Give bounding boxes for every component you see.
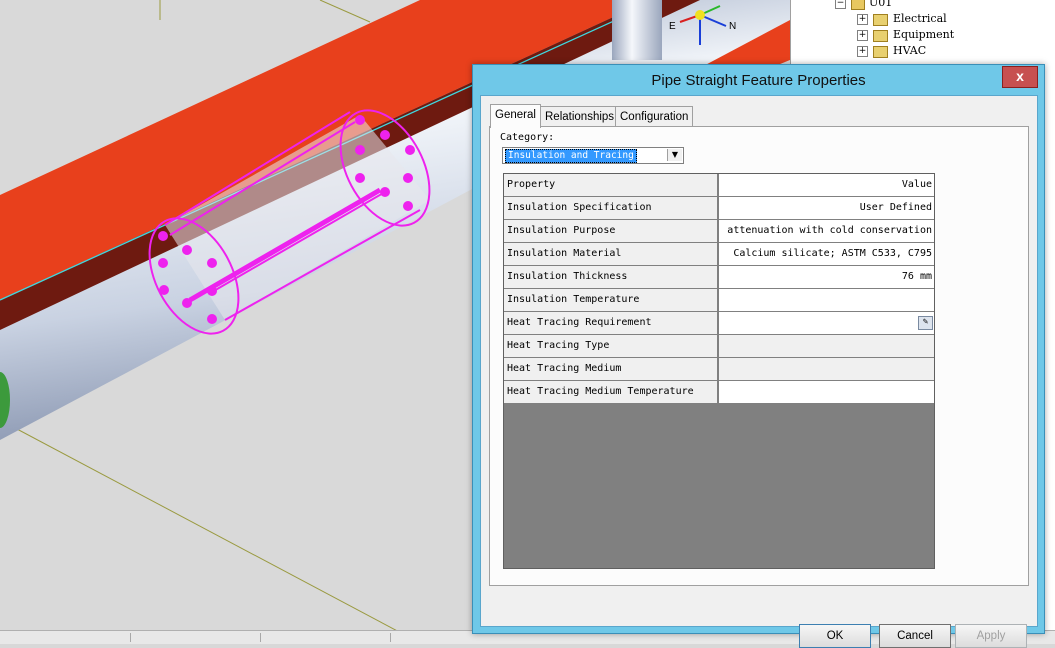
pipe-properties-dialog: Pipe Straight Feature Properties x Gener… [472,64,1045,648]
edit-tool-icon[interactable]: ✎ [918,316,933,330]
tab-general[interactable]: General [490,104,541,128]
property-value [719,358,934,380]
property-name: Insulation Specification [504,197,718,219]
table-row[interactable]: Heat Tracing Medium [504,358,934,381]
table-row[interactable]: Insulation Purpose attenuation with cold… [504,220,934,243]
vertical-pipe [612,0,662,60]
property-value[interactable]: 76 mm [719,266,934,288]
collapse-icon[interactable]: − [835,0,846,9]
property-value [719,335,934,357]
equipment-folder-icon [873,30,888,42]
close-button[interactable]: x [1002,66,1038,88]
table-row[interactable]: Insulation Specification User Defined [504,197,934,220]
expand-icon[interactable]: + [857,30,868,41]
property-grid: Property Value Insulation Specification … [503,173,935,569]
category-dropdown[interactable]: Insulation and Tracing ▼ [502,147,684,164]
cancel-button[interactable]: Cancel [879,624,951,648]
expand-icon[interactable]: + [857,46,868,57]
property-name: Insulation Purpose [504,220,718,242]
general-tab-panel: Category: Insulation and Tracing ▼ Prope… [489,126,1029,586]
property-value[interactable]: ✎ [719,312,934,334]
property-name: Heat Tracing Medium [504,358,718,380]
compass-north-label: N [729,21,737,32]
property-value[interactable]: User Defined [719,197,934,219]
property-value[interactable]: Calcium silicate; ASTM C533, C795 [719,243,934,265]
column-header-value: Value [719,174,934,196]
grid-header-row: Property Value [504,174,934,197]
dialog-body: General Relationships Configuration Cate… [480,95,1038,648]
property-name: Insulation Temperature [504,289,718,311]
category-label: Category: [500,132,555,143]
table-row[interactable]: Heat Tracing Type [504,335,934,358]
tab-relationships[interactable]: Relationships [540,106,620,127]
table-row[interactable]: Heat Tracing Requirement ✎ [504,312,934,335]
status-divider [260,633,261,642]
property-name: Insulation Thickness [504,266,718,288]
status-divider [390,633,391,642]
column-header-property: Property [504,174,718,196]
tree-item-label: HVAC [893,44,927,57]
expand-icon[interactable]: + [857,14,868,25]
property-name: Heat Tracing Medium Temperature [504,381,718,403]
apply-button[interactable]: Apply [955,624,1027,648]
compass-east-label: E [669,21,676,32]
table-row[interactable]: Insulation Thickness 76 mm [504,266,934,289]
property-value[interactable] [719,381,934,403]
property-name: Insulation Material [504,243,718,265]
table-row[interactable]: Heat Tracing Medium Temperature [504,381,934,404]
hvac-folder-icon [873,46,888,58]
tree-item-label: Equipment [893,28,955,41]
status-divider [130,633,131,642]
category-value[interactable]: Insulation and Tracing [505,149,637,163]
unit-folder-icon [851,0,865,10]
table-row[interactable]: Insulation Material Calcium silicate; AS… [504,243,934,266]
tree-root-label: U01 [869,0,893,9]
grid-line [0,419,421,643]
tree-item-label: Electrical [893,12,947,25]
chevron-down-icon[interactable]: ▼ [667,149,682,161]
property-value[interactable]: attenuation with cold conservation [719,220,934,242]
grid-line [319,0,371,23]
tab-configuration[interactable]: Configuration [615,106,694,127]
dialog-title[interactable]: Pipe Straight Feature Properties [473,65,1044,95]
property-value[interactable] [719,289,934,311]
electrical-folder-icon [873,14,888,26]
property-name: Heat Tracing Type [504,335,718,357]
table-row[interactable]: Insulation Temperature [504,289,934,312]
property-name: Heat Tracing Requirement [504,312,718,334]
ok-button[interactable]: OK [799,624,871,648]
